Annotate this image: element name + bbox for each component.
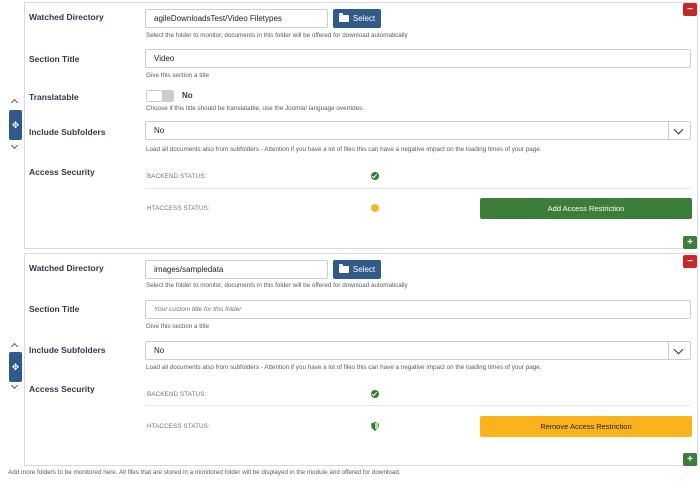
watched-directory-label: Watched Directory [29,263,104,273]
remove-row-button[interactable]: − [683,3,697,16]
dropdown-toggle[interactable] [668,342,690,359]
backend-status-label: BACKEND STATUS: [147,391,207,398]
select-folder-button[interactable]: Select [333,9,381,28]
translatable-help-text: Choose if this title should be translata… [146,105,365,112]
add-row-button[interactable]: + [683,236,697,249]
section-title-label: Section Title [29,304,80,314]
chevron-down-icon [673,124,684,135]
section-title-help-text: Give this section a title [146,72,209,79]
folder-row-1: − Watched Directory agileDownloadsTest/V… [24,2,698,249]
htaccess-shield-icon [371,422,379,431]
drag-handle-icon[interactable]: ✥ [9,110,22,140]
chevron-down-icon [673,344,684,355]
directory-input[interactable]: images/sampledata [145,260,328,279]
directory-input[interactable]: agileDownloadsTest/Video Filetypes [145,9,328,28]
backend-status-label: BACKEND STATUS: [147,173,207,180]
section-title-label: Section Title [29,54,80,64]
move-down-icon[interactable] [10,141,19,150]
htaccess-status-label: HTACCESS STATUS: [147,205,210,212]
access-security-label: Access Security [29,384,95,394]
include-subfolders-value: No [154,126,165,135]
add-row-button[interactable]: + [683,453,697,466]
status-divider [145,405,691,406]
remove-row-button[interactable]: − [683,255,697,268]
include-subfolders-value: No [154,346,165,355]
select-folder-button[interactable]: Select [333,260,381,279]
section-title-input[interactable]: Your custom title for this folder [145,300,691,319]
directory-help-text: Select the folder to monitor, documents … [146,32,408,39]
status-divider [145,188,691,189]
add-access-restriction-button[interactable]: Add Access Restriction [480,198,692,219]
select-button-label: Select [352,14,376,23]
move-up-icon[interactable] [10,342,19,351]
access-security-label: Access Security [29,167,95,177]
include-subfolders-select[interactable]: No [145,121,691,140]
include-subfolders-select[interactable]: No [145,341,691,360]
translatable-toggle[interactable] [146,90,174,102]
include-subfolders-help-text: Load all documents also from subfolders … [146,146,542,153]
folder-icon [338,13,349,22]
include-subfolders-label: Include Subfolders [29,127,106,137]
watched-directory-label: Watched Directory [29,12,104,22]
remove-access-restriction-button[interactable]: Remove Access Restriction [480,416,692,437]
move-up-icon[interactable] [10,98,19,107]
translatable-label: Translatable [29,92,79,102]
translatable-value: No [182,91,193,100]
include-subfolders-help-text: Load all documents also from subfolders … [146,364,542,371]
htaccess-status-warning-icon [371,204,379,212]
include-subfolders-label: Include Subfolders [29,345,106,355]
move-down-icon[interactable] [10,381,19,390]
htaccess-status-label: HTACCESS STATUS: [147,423,210,430]
toggle-knob [162,91,173,101]
section-title-help-text: Give this section a title [146,323,209,330]
section-title-input[interactable]: Video [145,49,691,68]
backend-status-ok-icon [371,390,379,398]
select-button-label: Select [352,265,376,274]
backend-status-ok-icon [371,172,379,180]
directory-help-text: Select the folder to monitor, documents … [146,282,408,289]
drag-handle-icon[interactable]: ✥ [9,352,22,382]
footer-help-text: Add more folders to be monitored here. A… [8,469,401,476]
folder-icon [338,264,349,273]
folder-row-2: − Watched Directory images/sampledata Se… [24,253,698,466]
dropdown-toggle[interactable] [668,122,690,139]
